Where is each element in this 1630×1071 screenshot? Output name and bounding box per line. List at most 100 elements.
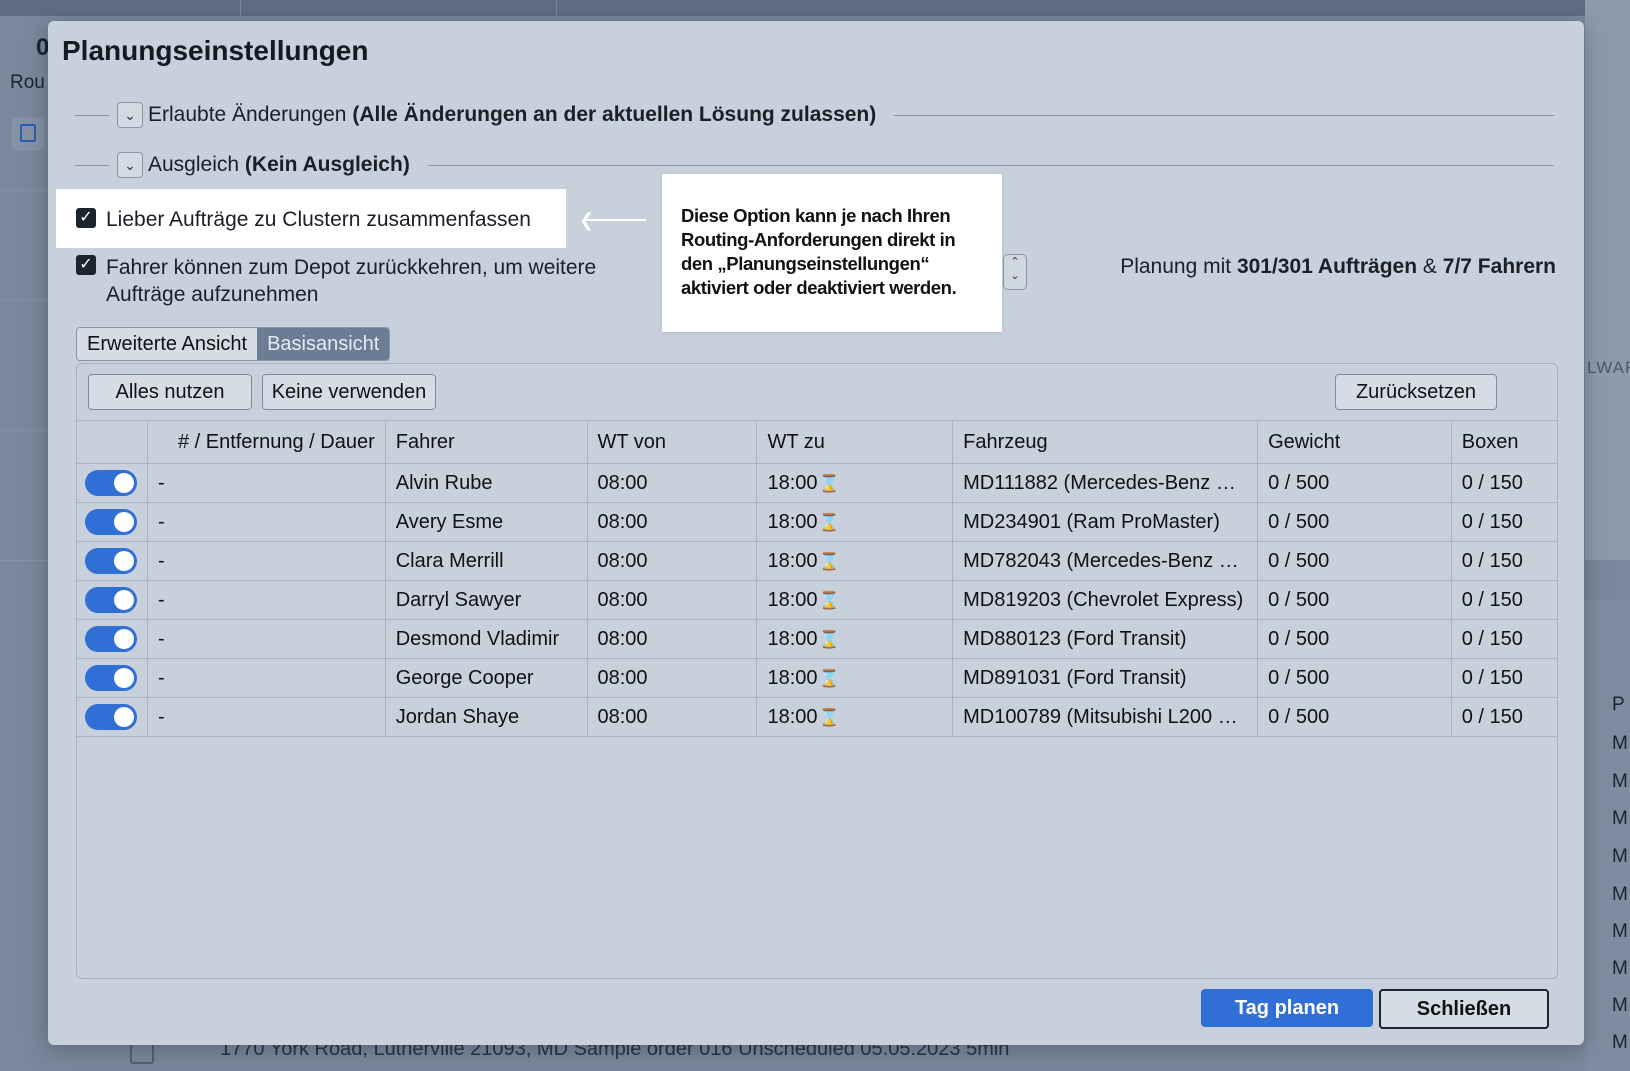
cluster-orders-label: Lieber Aufträge zu Clustern zusammenfass… (106, 208, 531, 231)
tab-extended-view[interactable]: Erweiterte Ansicht (77, 328, 258, 360)
return-to-depot-label: Fahrer können zum Depot zurückkehren, um… (106, 256, 597, 306)
close-button[interactable]: Schließen (1379, 989, 1549, 1029)
cell-weight-value: 0 / 500 (1268, 471, 1330, 494)
cell-to: 18:00⌛ (756, 541, 954, 581)
cell-boxes-value: 0 / 150 (1461, 705, 1523, 728)
chevron-down-icon[interactable]: ⌄ (1004, 269, 1026, 283)
dialog-title: Planungseinstellungen (62, 35, 369, 66)
cell-stats: - (147, 697, 386, 737)
cell-driver: Darryl Sawyer (385, 580, 588, 620)
checkmark-icon: ✓ (79, 209, 93, 226)
cell-weight: 0 / 500 (1257, 463, 1452, 503)
cell-driver-value: Avery Esme (395, 510, 504, 533)
cell-to: 18:00⌛ (756, 658, 954, 698)
cell-stats-value: - (158, 705, 165, 728)
background-list-item: M (1612, 958, 1628, 979)
section-allowed-changes[interactable]: Erlaubte Änderungen (Alle Änderungen an … (148, 103, 876, 127)
cell-vehicle: MD880123 (Ford Transit) (952, 619, 1259, 659)
table-row: - Darryl Sawyer 08:00 18:00⌛ MD819203 (Chevr… (77, 580, 1557, 620)
cell-from: 08:00 (587, 580, 758, 620)
driver-enabled-toggle[interactable] (85, 548, 137, 574)
chevron-down-icon: ⌄ (124, 157, 136, 173)
tutorial-callout: Diese Option kann je nach Ihren Routing-… (662, 174, 1002, 332)
cell-weight: 0 / 500 (1257, 580, 1452, 620)
table-row: - Jordan Shaye 08:00 18:00⌛ MD100789 (Mitsub… (77, 697, 1557, 737)
column-header-vehicle[interactable]: Fahrzeug (952, 420, 1259, 464)
column-header-driver[interactable]: Fahrer (385, 420, 588, 464)
driver-enabled-toggle[interactable] (85, 587, 137, 613)
cell-toggle (77, 697, 148, 737)
column-header-boxes[interactable]: Boxen (1451, 420, 1557, 464)
cell-stats: - (147, 541, 386, 581)
table-row: - Desmond Vladimir 08:00 18:00⌛ MD880123 (Fo… (77, 619, 1557, 659)
use-all-button[interactable]: Alles nutzen (88, 374, 252, 410)
chevron-up-icon[interactable]: ⌃ (1004, 255, 1026, 269)
cell-boxes: 0 / 150 (1451, 580, 1557, 620)
scroll-stepper[interactable]: ⌃ ⌄ (1003, 254, 1027, 290)
driver-enabled-toggle[interactable] (85, 626, 137, 652)
copy-button (12, 118, 44, 150)
column-header-to[interactable]: WT zu (756, 420, 954, 464)
cell-from-value: 08:00 (597, 510, 648, 533)
cell-vehicle-value: MD880123 (Ford Transit) (963, 627, 1187, 650)
cell-boxes: 0 / 150 (1451, 619, 1557, 659)
return-to-depot-checkbox[interactable]: ✓ (76, 255, 96, 275)
cell-boxes: 0 / 150 (1451, 463, 1557, 503)
driver-enabled-toggle[interactable] (85, 470, 137, 496)
hourglass-icon: ⌛ (818, 707, 840, 727)
driver-enabled-toggle[interactable] (85, 665, 137, 691)
background-label: Rou (10, 72, 45, 93)
section-balancing[interactable]: Ausgleich (Kein Ausgleich) (148, 153, 410, 177)
cell-to-value: 18:00 (767, 666, 818, 689)
cell-boxes-value: 0 / 150 (1461, 588, 1523, 611)
cell-stats: - (147, 658, 386, 698)
background-list-item: M (1612, 1032, 1628, 1053)
background-divider (0, 190, 48, 191)
cell-vehicle-value: MD100789 (Mitsubishi L200 … (963, 705, 1238, 728)
driver-enabled-toggle[interactable] (85, 509, 137, 535)
cell-vehicle: MD234901 (Ram ProMaster) (952, 502, 1259, 542)
cell-to-value: 18:00 (767, 705, 818, 728)
cell-stats-value: - (158, 627, 165, 650)
tab-basic-view[interactable]: Basisansicht (257, 328, 390, 360)
hourglass-icon: ⌛ (818, 473, 840, 493)
cell-driver-value: Jordan Shaye (395, 705, 520, 728)
cell-from-value: 08:00 (597, 627, 648, 650)
cluster-orders-checkbox[interactable]: ✓ (76, 208, 96, 228)
section-label: Erlaubte Änderungen (148, 103, 347, 126)
cell-driver: Avery Esme (385, 502, 588, 542)
column-header-weight[interactable]: Gewicht (1257, 420, 1452, 464)
table-row: - Alvin Rube 08:00 18:00⌛ MD111882 (Mercedes… (77, 463, 1557, 503)
driver-enabled-toggle[interactable] (85, 704, 137, 730)
drivers-panel: Alles nutzen Keine verwenden Zurücksetze… (76, 363, 1558, 979)
section-toggle-allowed-changes[interactable]: ⌄ (117, 102, 143, 128)
planning-settings-dialog: Planungseinstellungen ⌄ Erlaubte Änderun… (48, 21, 1584, 1045)
section-value: (Alle Änderungen an der aktuellen Lösung… (352, 103, 877, 126)
cell-vehicle-value: MD234901 (Ram ProMaster) (963, 510, 1220, 533)
cell-from-value: 08:00 (597, 549, 648, 572)
cell-toggle (77, 463, 148, 503)
cell-to-value: 18:00 (767, 471, 818, 494)
view-tabs: Erweiterte Ansicht Basisansicht (76, 327, 391, 361)
reset-button[interactable]: Zurücksetzen (1335, 374, 1497, 410)
cell-driver-value: Desmond Vladimir (395, 627, 560, 650)
background-divider (0, 560, 48, 561)
cell-stats-value: - (158, 666, 165, 689)
cell-from: 08:00 (587, 502, 758, 542)
column-header-stats[interactable]: # / Entfernung / Dauer (147, 420, 386, 464)
cell-driver-value: George Cooper (395, 666, 534, 689)
use-none-button[interactable]: Keine verwenden (262, 374, 436, 410)
section-divider (75, 165, 109, 166)
cell-driver: George Cooper (385, 658, 588, 698)
plan-day-button[interactable]: Tag planen (1201, 989, 1373, 1027)
cell-stats: - (147, 463, 386, 503)
cell-to-value: 18:00 (767, 549, 818, 572)
cell-from: 08:00 (587, 697, 758, 737)
column-header-from[interactable]: WT von (587, 420, 758, 464)
section-toggle-balancing[interactable]: ⌄ (117, 152, 143, 178)
cell-vehicle: MD782043 (Mercedes-Benz … (952, 541, 1259, 581)
planning-summary: Planung mit 301/301 Aufträgen & 7/7 Fahr… (1120, 255, 1556, 279)
cell-boxes: 0 / 150 (1451, 658, 1557, 698)
cell-boxes: 0 / 150 (1451, 541, 1557, 581)
cell-boxes-value: 0 / 150 (1461, 471, 1523, 494)
